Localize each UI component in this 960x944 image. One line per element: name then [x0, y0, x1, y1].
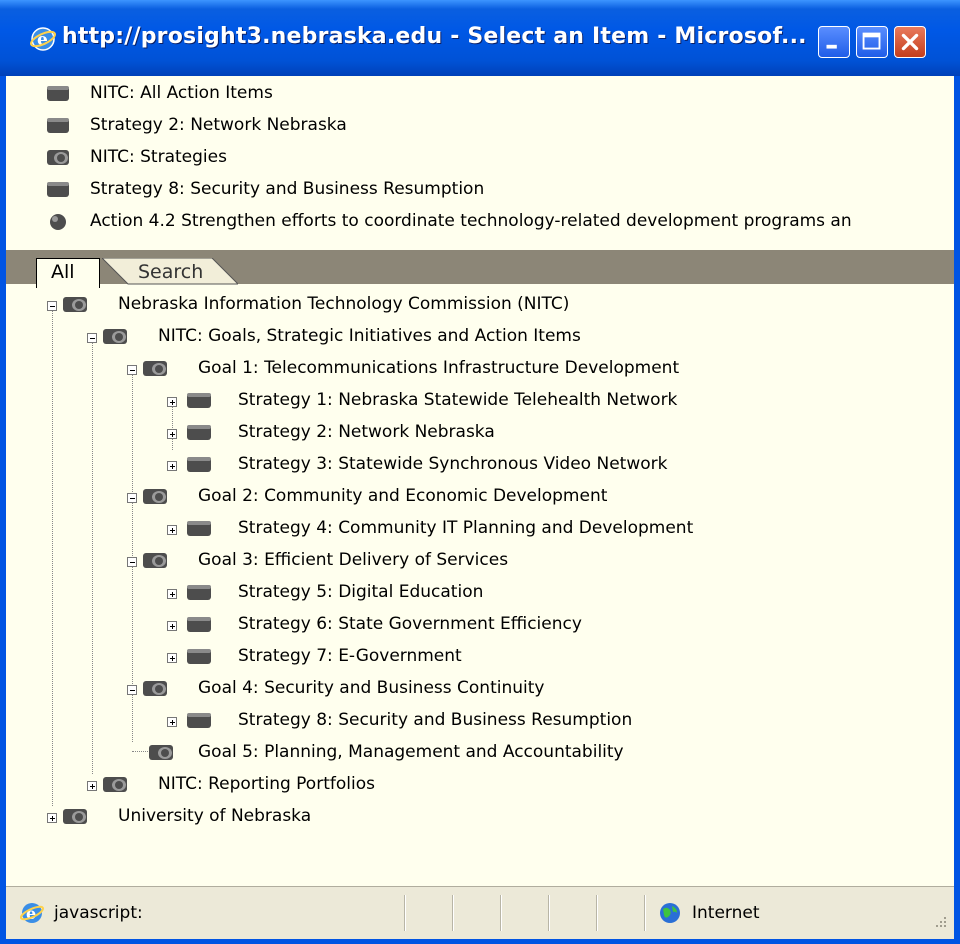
item-ball-icon	[50, 214, 66, 230]
title-bar[interactable]: e http://prosight3.nebraska.edu - Select…	[0, 0, 960, 76]
window-title: http://prosight3.nebraska.edu - Select a…	[62, 24, 807, 49]
close-icon	[901, 33, 919, 51]
folder-closed-icon	[187, 521, 211, 536]
status-divider	[500, 895, 502, 931]
status-divider	[548, 895, 550, 931]
status-bar: e javascript: Internet	[6, 886, 954, 939]
security-zone-label: Internet	[692, 903, 760, 923]
content-area: NITC: All Action Items Strategy 2: Netwo…	[6, 76, 954, 939]
status-divider	[452, 895, 454, 931]
tab-search[interactable]: Search	[102, 258, 238, 288]
collapse-icon[interactable]	[127, 365, 137, 375]
folder-closed-icon	[187, 617, 211, 632]
minimize-button[interactable]	[818, 26, 850, 58]
breadcrumb: NITC: All Action Items Strategy 2: Netwo…	[6, 76, 954, 242]
tab-strip: All Search	[6, 250, 954, 288]
expand-icon[interactable]	[167, 621, 177, 631]
internet-explorer-icon: e	[30, 27, 56, 51]
folder-closed-icon	[47, 118, 69, 133]
folder-closed-icon	[187, 425, 211, 440]
folder-open-icon	[143, 361, 167, 376]
maximize-button[interactable]	[856, 26, 888, 58]
folder-open-icon	[149, 745, 173, 760]
expand-icon[interactable]	[87, 781, 97, 791]
tree-view: Nebraska Information Technology Commissi…	[6, 288, 954, 848]
folder-closed-icon	[187, 649, 211, 664]
folder-closed-icon	[187, 393, 211, 408]
folder-closed-icon	[187, 585, 211, 600]
collapse-icon[interactable]	[127, 557, 137, 567]
expand-icon[interactable]	[167, 429, 177, 439]
folder-open-icon	[143, 553, 167, 568]
internet-explorer-icon: e	[20, 903, 44, 923]
tab-all[interactable]: All	[36, 258, 100, 288]
expand-icon[interactable]	[167, 397, 177, 407]
close-button[interactable]	[894, 26, 926, 58]
expand-icon[interactable]	[167, 525, 177, 535]
collapse-icon[interactable]	[47, 301, 57, 311]
status-divider	[404, 895, 406, 931]
folder-open-icon	[63, 297, 87, 312]
globe-icon	[660, 903, 680, 923]
folder-open-icon	[103, 777, 127, 792]
tree-connector	[92, 338, 93, 774]
tree-connector	[172, 402, 173, 450]
expand-icon[interactable]	[167, 461, 177, 471]
collapse-icon[interactable]	[127, 493, 137, 503]
folder-open-icon	[143, 681, 167, 696]
maximize-icon	[862, 32, 881, 50]
collapse-icon[interactable]	[87, 333, 97, 343]
collapse-icon[interactable]	[127, 685, 137, 695]
expand-icon[interactable]	[167, 717, 177, 727]
folder-closed-icon	[47, 182, 69, 197]
expand-icon[interactable]	[167, 653, 177, 663]
folder-open-icon	[103, 329, 127, 344]
folder-closed-icon	[187, 457, 211, 472]
folder-closed-icon	[47, 86, 69, 101]
status-text: javascript:	[54, 903, 143, 923]
folder-closed-icon	[187, 713, 211, 728]
folder-open-icon	[47, 150, 69, 165]
resize-grip-icon[interactable]	[930, 911, 948, 929]
folder-open-icon	[63, 809, 87, 824]
tree-connector	[52, 306, 53, 806]
expand-icon[interactable]	[167, 589, 177, 599]
minimize-icon	[826, 44, 837, 49]
folder-open-icon	[143, 489, 167, 504]
status-divider	[644, 895, 646, 931]
expand-icon[interactable]	[47, 813, 57, 823]
browser-window: e http://prosight3.nebraska.edu - Select…	[0, 0, 960, 944]
status-divider	[596, 895, 598, 931]
